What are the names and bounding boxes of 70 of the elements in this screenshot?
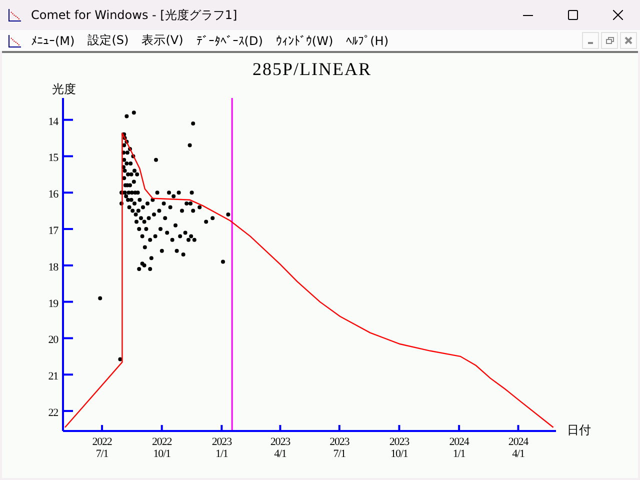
data-point [132, 110, 136, 115]
tick-label: 21 [48, 370, 58, 383]
data-point [180, 208, 184, 213]
data-point [174, 248, 179, 253]
menu-item[interactable]: ﾍﾙﾌﾟ(H) [339, 34, 395, 48]
tick-label: 19 [48, 298, 58, 310]
data-point [226, 212, 230, 216]
data-point [191, 122, 196, 126]
menu-item[interactable]: 表示(V) [134, 32, 190, 49]
data-point [190, 190, 194, 195]
data-point [210, 216, 215, 220]
maximize-icon [568, 10, 578, 20]
restore-icon [605, 36, 614, 45]
tick-label: 2023 4/1 [270, 436, 290, 460]
tick-label: 2022 10/1 [152, 436, 172, 460]
data-point [170, 238, 174, 242]
window-title: Comet for Windows - [光度グラフ1] [31, 6, 238, 24]
data-point [155, 190, 160, 195]
tick-label: 16 [48, 188, 58, 201]
mdi-minimize-button[interactable] [582, 32, 599, 49]
data-point [198, 205, 202, 210]
chart-icon [8, 8, 22, 22]
data-point [137, 227, 142, 231]
data-point [162, 202, 166, 206]
tick-label: 14 [48, 116, 58, 128]
tick-label: 2023 1/1 [212, 436, 232, 460]
tick-label: 22 [48, 406, 58, 419]
data-point [148, 267, 152, 271]
data-point [191, 208, 196, 213]
tick-label: 17 [48, 225, 58, 238]
data-point [154, 158, 158, 162]
tick-label: 20 [48, 334, 58, 346]
tick-label: 2023 10/1 [389, 436, 410, 460]
mdi-close-button[interactable] [620, 32, 637, 49]
data-point [188, 143, 192, 148]
data-point [165, 230, 170, 235]
data-point [158, 227, 162, 231]
data-point [174, 223, 178, 228]
data-point [140, 234, 144, 238]
close-icon [624, 36, 633, 45]
tick-label: 18 [48, 261, 58, 274]
x-axis-label: 日付 [567, 423, 591, 437]
data-point [168, 205, 172, 210]
tick-label: 2023 7/1 [330, 436, 350, 460]
tick-label: 15 [48, 152, 58, 164]
data-point [221, 260, 225, 264]
data-point [163, 216, 168, 220]
chart-icon [8, 34, 22, 48]
tick-label: 2022 7/1 [92, 436, 112, 460]
menu-item[interactable]: ｳｨﾝﾄﾞｳ(W) [268, 34, 340, 48]
data-point [98, 296, 102, 300]
data-point [124, 114, 129, 118]
data-point [131, 154, 136, 158]
tick-label: 2024 1/1 [449, 436, 469, 460]
data-point [118, 357, 122, 362]
data-point [120, 202, 124, 206]
data-point [181, 252, 186, 256]
menu-item[interactable]: ﾒﾆｭｰ(M) [24, 34, 81, 48]
data-point [204, 220, 208, 224]
data-point [142, 245, 147, 250]
data-point [144, 227, 148, 231]
tick-label: 2024 4/1 [508, 436, 528, 460]
data-point [149, 256, 154, 260]
menu-item[interactable]: ﾃﾞｰﾀﾍﾞｰｽ(D) [189, 34, 269, 48]
chart-title: 285P/LINEAR [252, 59, 372, 79]
y-axis-label: 光度 [52, 82, 76, 96]
mdi-restore-button[interactable] [601, 32, 618, 49]
menu-item[interactable]: 設定(S) [80, 32, 135, 49]
close-icon [612, 10, 622, 20]
data-point [160, 248, 164, 253]
